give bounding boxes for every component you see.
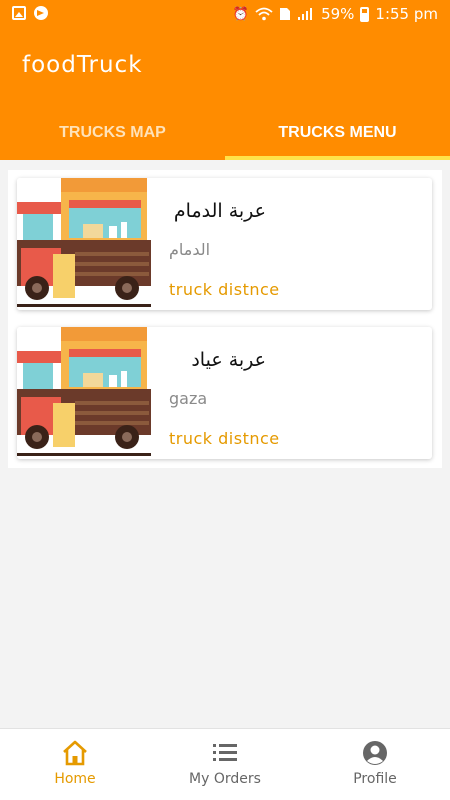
tab-trucks-map[interactable]: TRUCKS MAP <box>0 105 225 160</box>
tab-indicator <box>225 156 450 160</box>
nav-my-orders[interactable]: My Orders <box>150 729 300 800</box>
gallery-icon <box>12 6 26 20</box>
nav-label: My Orders <box>189 771 261 787</box>
signal-icon <box>298 8 313 20</box>
battery-percent: 59% <box>321 5 355 23</box>
truck-card[interactable]: عربة الدمام الدمام truck distnce <box>17 178 432 310</box>
app-bar: foodTruck TRUCKS MAP TRUCKS MENU <box>0 30 450 160</box>
telegram-icon <box>34 6 48 20</box>
status-bar: ⏰ 59% 1:55 pm <box>0 0 450 30</box>
alarm-icon: ⏰ <box>232 6 250 22</box>
home-icon <box>63 740 87 766</box>
truck-city: الدمام <box>169 240 211 259</box>
wifi-icon <box>255 7 273 21</box>
bottom-nav: Home My Orders Profile <box>0 728 450 800</box>
truck-city: gaza <box>169 389 208 408</box>
truck-distance: truck distnce <box>169 429 280 448</box>
truck-list: عربة الدمام الدمام truck distnce عربة عي… <box>8 170 442 468</box>
nav-label: Home <box>54 771 96 787</box>
tab-bar: TRUCKS MAP TRUCKS MENU <box>0 105 450 160</box>
tab-label: TRUCKS MAP <box>59 123 166 141</box>
food-truck-image <box>17 327 151 459</box>
sim-icon <box>280 8 291 20</box>
clock-time: 1:55 pm <box>375 5 438 23</box>
truck-name: عربة الدمام <box>173 200 266 222</box>
status-notifications <box>12 6 48 20</box>
nav-home[interactable]: Home <box>0 729 150 800</box>
nav-label: Profile <box>353 771 397 787</box>
food-truck-image <box>17 178 151 310</box>
battery-icon <box>360 6 370 22</box>
tab-label: TRUCKS MENU <box>278 123 397 141</box>
nav-profile[interactable]: Profile <box>300 729 450 800</box>
truck-card[interactable]: عربة عياد gaza truck distnce <box>17 327 432 459</box>
truck-distance: truck distnce <box>169 280 280 299</box>
status-system: ⏰ 59% 1:55 pm <box>233 5 438 23</box>
tab-trucks-menu[interactable]: TRUCKS MENU <box>225 105 450 160</box>
app-title: foodTruck <box>22 52 143 78</box>
list-icon <box>213 744 237 761</box>
profile-icon <box>363 741 387 765</box>
truck-name: عربة عياد <box>191 349 266 371</box>
